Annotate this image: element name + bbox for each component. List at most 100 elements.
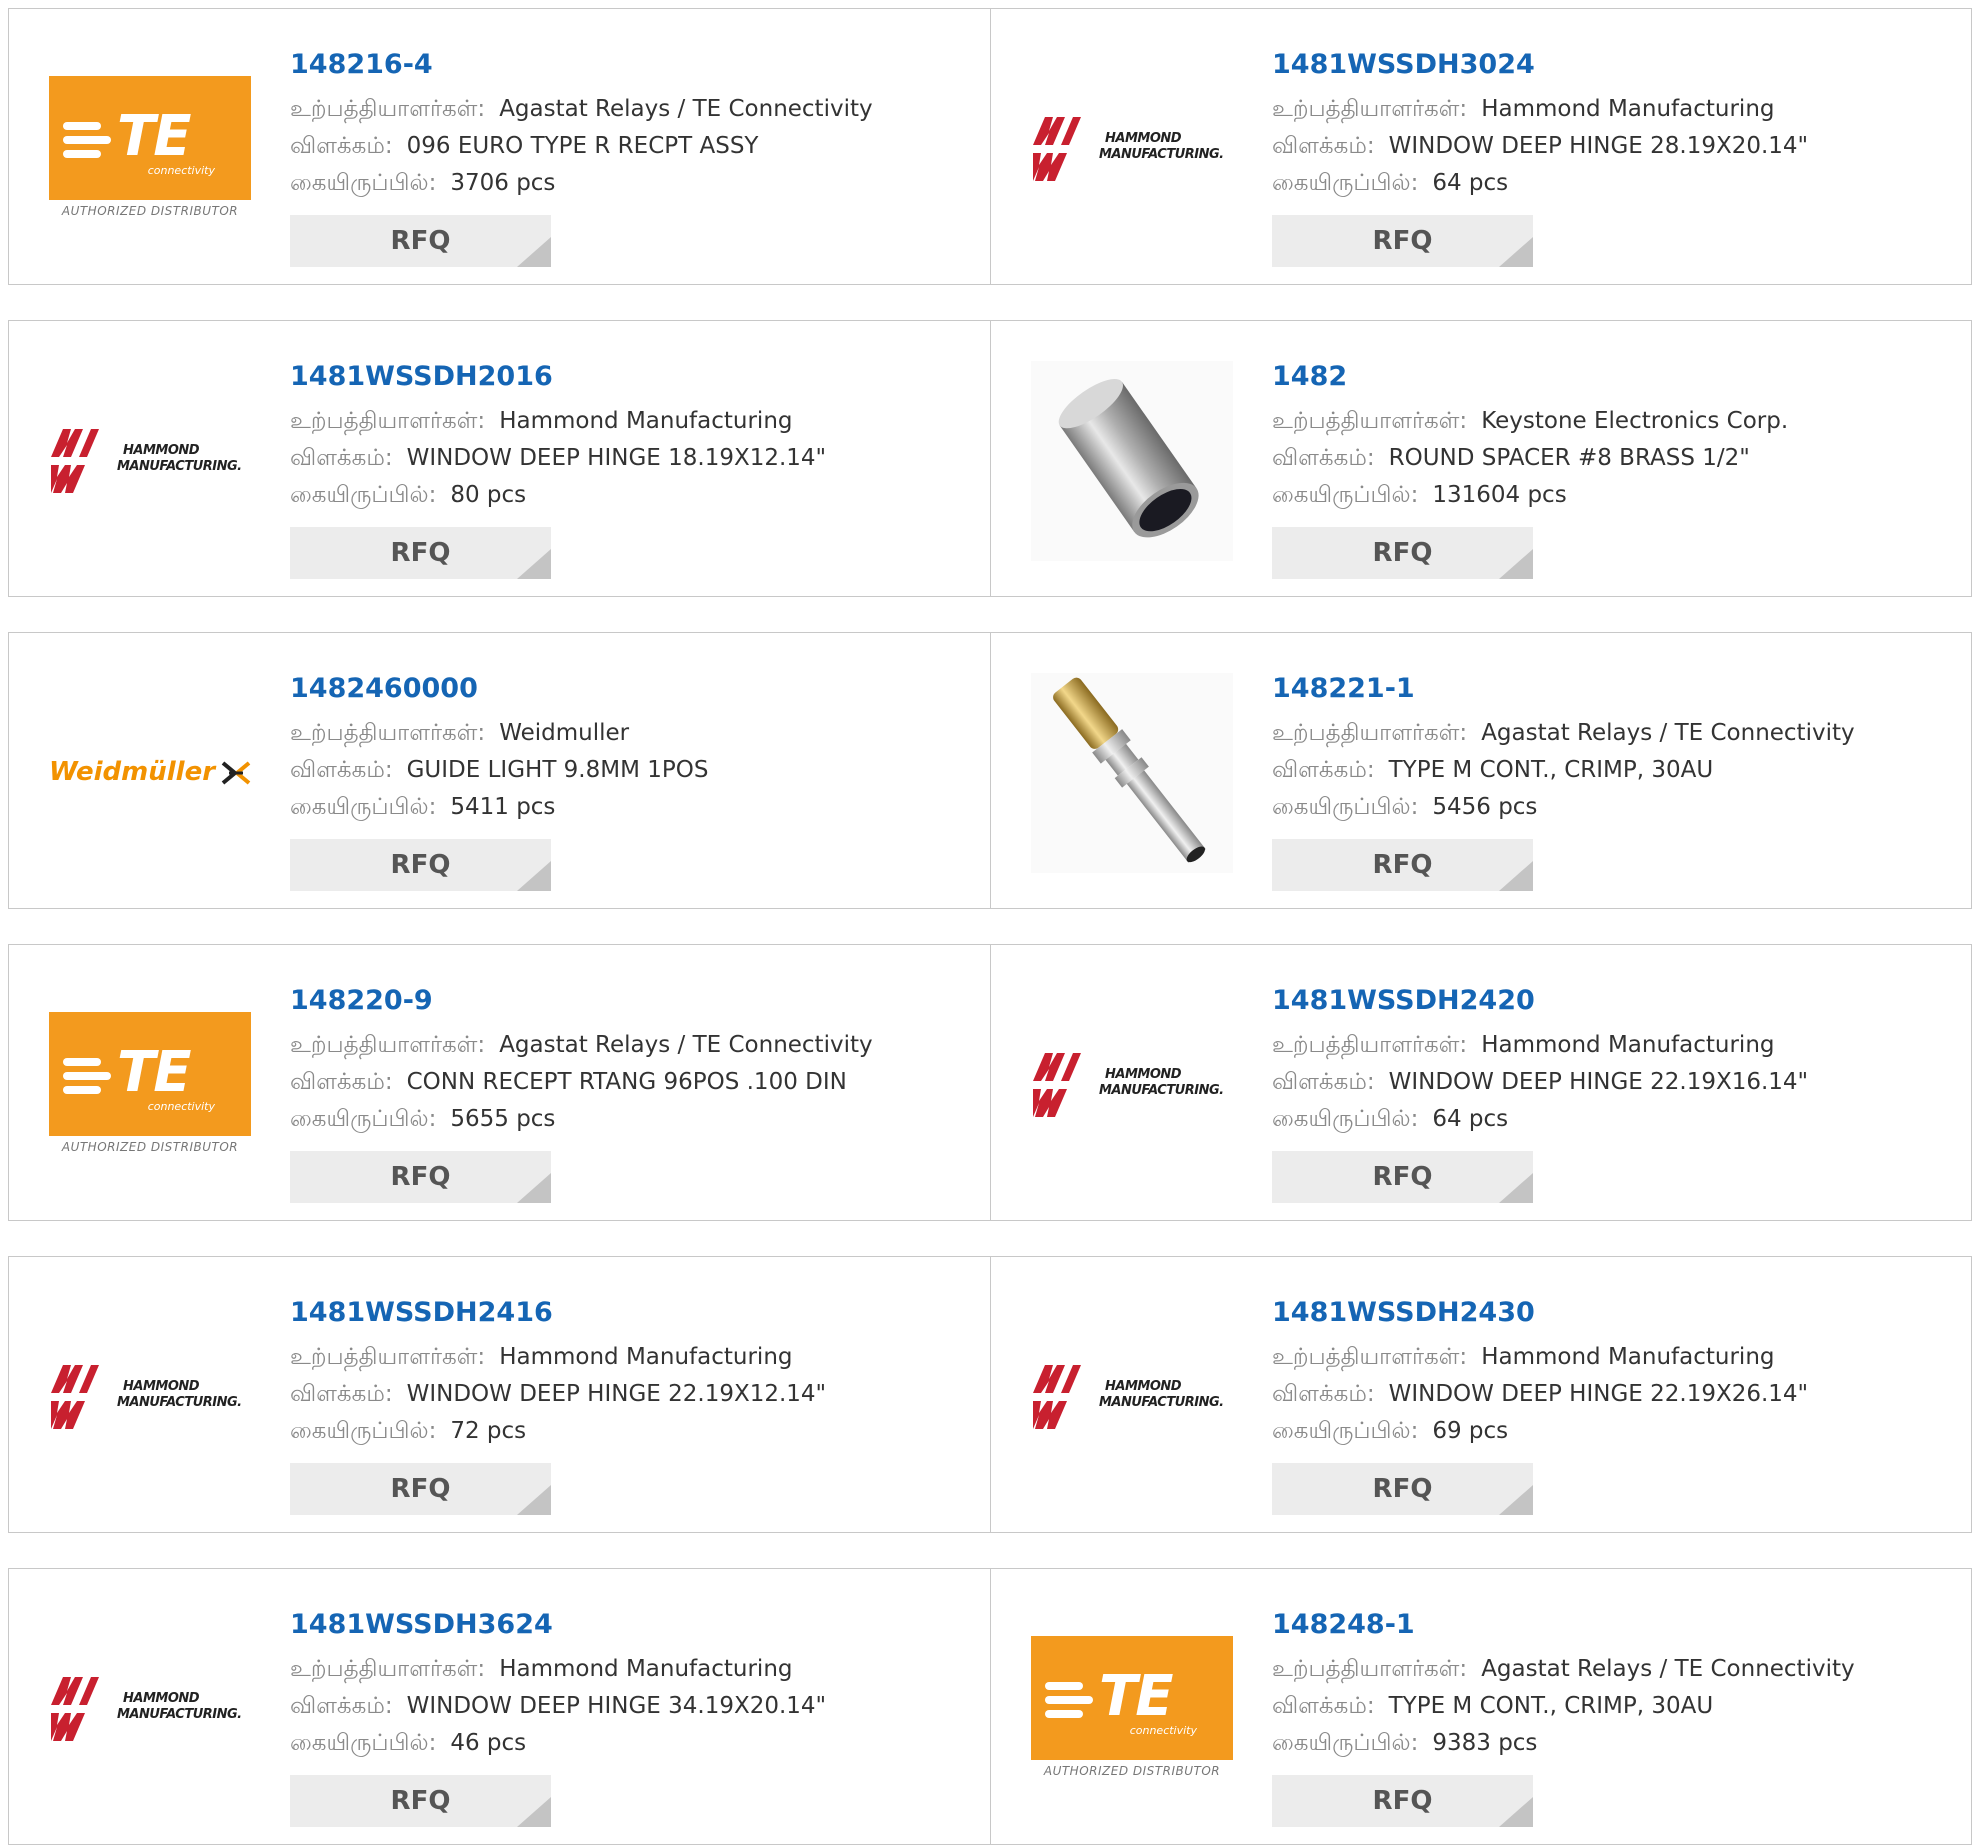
- description-value: 096 EURO TYPE R RECPT ASSY: [406, 133, 759, 159]
- manufacturer-value: Weidmuller: [499, 720, 630, 746]
- rfq-button[interactable]: RFQ: [290, 215, 551, 267]
- part-number-link[interactable]: 1481WSSDH2016: [290, 351, 970, 403]
- part-number-link[interactable]: 1481WSSDH2416: [290, 1287, 970, 1339]
- part-number-link[interactable]: 148216-4: [290, 39, 970, 91]
- rfq-button[interactable]: RFQ: [290, 527, 551, 579]
- hammond-manufacturing-logo: HAMMOND MANUFACTURING.: [1031, 1357, 1233, 1437]
- part-number-link[interactable]: 1481WSSDH2420: [1272, 975, 1952, 1027]
- manufacturer-logo[interactable]: TE connectivity AUTHORIZED DISTRIBUTOR: [49, 49, 251, 249]
- part-number-link[interactable]: 1482: [1272, 351, 1952, 403]
- manufacturer-value: Hammond Manufacturing: [1481, 96, 1775, 122]
- rfq-button[interactable]: RFQ: [1272, 839, 1533, 891]
- part-number-link[interactable]: 148248-1: [1272, 1599, 1952, 1651]
- hammond-manufacturing-logo: HAMMOND MANUFACTURING.: [1031, 1045, 1233, 1125]
- manufacturer-line: உற்பத்தியாளர்கள்: Agastat Relays / TE Con…: [290, 91, 970, 128]
- round-spacer-photo: [1031, 361, 1233, 561]
- stock-line: கையிருப்பில்: 5456 pcs: [1272, 789, 1952, 826]
- manufacturer-logo[interactable]: [1031, 673, 1233, 873]
- manufacturer-label: உற்பத்தியாளர்கள்:: [1272, 720, 1468, 746]
- manufacturer-logo[interactable]: TE connectivity AUTHORIZED DISTRIBUTOR: [49, 985, 251, 1185]
- manufacturer-line: உற்பத்தியாளர்கள்: Hammond Manufacturing: [1272, 91, 1952, 128]
- description-value: WINDOW DEEP HINGE 34.19X20.14": [406, 1693, 827, 1719]
- description-value: ROUND SPACER #8 BRASS 1/2": [1388, 445, 1750, 471]
- manufacturer-value: Agastat Relays / TE Connectivity: [1481, 1656, 1855, 1682]
- stock-value: 46 pcs: [450, 1730, 527, 1756]
- rfq-button[interactable]: RFQ: [1272, 215, 1533, 267]
- rfq-button[interactable]: RFQ: [290, 1463, 551, 1515]
- product-row: HAMMOND MANUFACTURING. 1481WSSDH2416 உற்…: [8, 1256, 1972, 1533]
- manufacturer-logo[interactable]: TE connectivity AUTHORIZED DISTRIBUTOR: [1031, 1609, 1233, 1809]
- rfq-button[interactable]: RFQ: [1272, 1775, 1533, 1827]
- rfq-button[interactable]: RFQ: [290, 1775, 551, 1827]
- manufacturer-value: Keystone Electronics Corp.: [1481, 408, 1789, 434]
- description-value: TYPE M CONT., CRIMP, 30AU: [1388, 757, 1714, 783]
- corner-fold-icon: [1499, 237, 1533, 267]
- manufacturer-label: உற்பத்தியாளர்கள்:: [1272, 1656, 1468, 1682]
- rfq-button[interactable]: RFQ: [1272, 527, 1533, 579]
- part-number-link[interactable]: 1481WSSDH3024: [1272, 39, 1952, 91]
- manufacturer-value: Hammond Manufacturing: [499, 1344, 793, 1370]
- part-number-link[interactable]: 148220-9: [290, 975, 970, 1027]
- manufacturer-value: Agastat Relays / TE Connectivity: [1481, 720, 1855, 746]
- manufacturer-line: உற்பத்தியாளர்கள்: Agastat Relays / TE Con…: [290, 1027, 970, 1064]
- stock-label: கையிருப்பில்:: [1272, 794, 1419, 820]
- rfq-button[interactable]: RFQ: [290, 839, 551, 891]
- manufacturer-logo[interactable]: Weidmüller: [49, 673, 251, 873]
- description-value: GUIDE LIGHT 9.8MM 1POS: [406, 757, 709, 783]
- stock-line: கையிருப்பில்: 46 pcs: [290, 1725, 970, 1762]
- description-line: விளக்கம்: TYPE M CONT., CRIMP, 30AU: [1272, 1688, 1952, 1725]
- stock-value: 131604 pcs: [1432, 482, 1567, 508]
- description-label: விளக்கம்:: [290, 1381, 393, 1407]
- product-row: TE connectivity AUTHORIZED DISTRIBUTOR 1…: [8, 8, 1972, 285]
- manufacturer-label: உற்பத்தியாளர்கள்:: [290, 1344, 486, 1370]
- description-line: விளக்கம்: WINDOW DEEP HINGE 18.19X12.14": [290, 440, 970, 477]
- manufacturer-value: Agastat Relays / TE Connectivity: [499, 96, 873, 122]
- stock-label: கையிருப்பில்:: [1272, 1418, 1419, 1444]
- description-value: WINDOW DEEP HINGE 22.19X12.14": [406, 1381, 827, 1407]
- product-row: TE connectivity AUTHORIZED DISTRIBUTOR 1…: [8, 944, 1972, 1221]
- manufacturer-line: உற்பத்தியாளர்கள்: Agastat Relays / TE Con…: [1272, 715, 1952, 752]
- product-card: HAMMOND MANUFACTURING. 1481WSSDH2016 உற்…: [9, 321, 990, 596]
- description-line: விளக்கம்: GUIDE LIGHT 9.8MM 1POS: [290, 752, 970, 789]
- rfq-button[interactable]: RFQ: [290, 1151, 551, 1203]
- te-connectivity-logo: TE connectivity AUTHORIZED DISTRIBUTOR: [49, 1012, 251, 1158]
- rfq-button[interactable]: RFQ: [1272, 1151, 1533, 1203]
- stock-line: கையிருப்பில்: 9383 pcs: [1272, 1725, 1952, 1762]
- manufacturer-logo[interactable]: HAMMOND MANUFACTURING.: [49, 361, 251, 561]
- manufacturer-label: உற்பத்தியாளர்கள்:: [290, 96, 486, 122]
- part-number-link[interactable]: 148221-1: [1272, 663, 1952, 715]
- stock-label: கையிருப்பில்:: [290, 794, 437, 820]
- manufacturer-logo[interactable]: HAMMOND MANUFACTURING.: [1031, 985, 1233, 1185]
- description-label: விளக்கம்:: [290, 445, 393, 471]
- rfq-button[interactable]: RFQ: [1272, 1463, 1533, 1515]
- manufacturer-logo[interactable]: HAMMOND MANUFACTURING.: [49, 1609, 251, 1809]
- stock-value: 64 pcs: [1432, 170, 1509, 196]
- description-label: விளக்கம்:: [1272, 133, 1375, 159]
- product-card: 1482 உற்பத்தியாளர்கள்: Keystone Electroni…: [990, 321, 1971, 596]
- stock-line: கையிருப்பில்: 64 pcs: [1272, 165, 1952, 202]
- manufacturer-logo[interactable]: HAMMOND MANUFACTURING.: [1031, 49, 1233, 249]
- part-number-link[interactable]: 1481WSSDH3624: [290, 1599, 970, 1651]
- manufacturer-logo[interactable]: [1031, 361, 1233, 561]
- product-card: HAMMOND MANUFACTURING. 1481WSSDH3024 உற்…: [990, 9, 1971, 284]
- product-card: TE connectivity AUTHORIZED DISTRIBUTOR 1…: [990, 1569, 1971, 1844]
- description-label: விளக்கம்:: [290, 1693, 393, 1719]
- stock-line: கையிருப்பில்: 80 pcs: [290, 477, 970, 514]
- weidmuller-logo: Weidmüller: [49, 753, 251, 793]
- product-card: TE connectivity AUTHORIZED DISTRIBUTOR 1…: [9, 9, 990, 284]
- stock-value: 64 pcs: [1432, 1106, 1509, 1132]
- stock-line: கையிருப்பில்: 72 pcs: [290, 1413, 970, 1450]
- part-number-link[interactable]: 1482460000: [290, 663, 970, 715]
- part-number-link[interactable]: 1481WSSDH2430: [1272, 1287, 1952, 1339]
- description-line: விளக்கம்: CONN RECEPT RTANG 96POS .100 DI…: [290, 1064, 970, 1101]
- manufacturer-logo[interactable]: HAMMOND MANUFACTURING.: [1031, 1297, 1233, 1497]
- description-label: விளக்கம்:: [290, 133, 393, 159]
- corner-fold-icon: [517, 1797, 551, 1827]
- description-value: WINDOW DEEP HINGE 22.19X16.14": [1388, 1069, 1809, 1095]
- crimp-contact-photo: [1031, 673, 1233, 873]
- description-value: CONN RECEPT RTANG 96POS .100 DIN: [406, 1069, 847, 1095]
- stock-value: 5655 pcs: [450, 1106, 556, 1132]
- product-card: HAMMOND MANUFACTURING. 1481WSSDH3624 உற்…: [9, 1569, 990, 1844]
- manufacturer-logo[interactable]: HAMMOND MANUFACTURING.: [49, 1297, 251, 1497]
- description-label: விளக்கம்:: [1272, 1381, 1375, 1407]
